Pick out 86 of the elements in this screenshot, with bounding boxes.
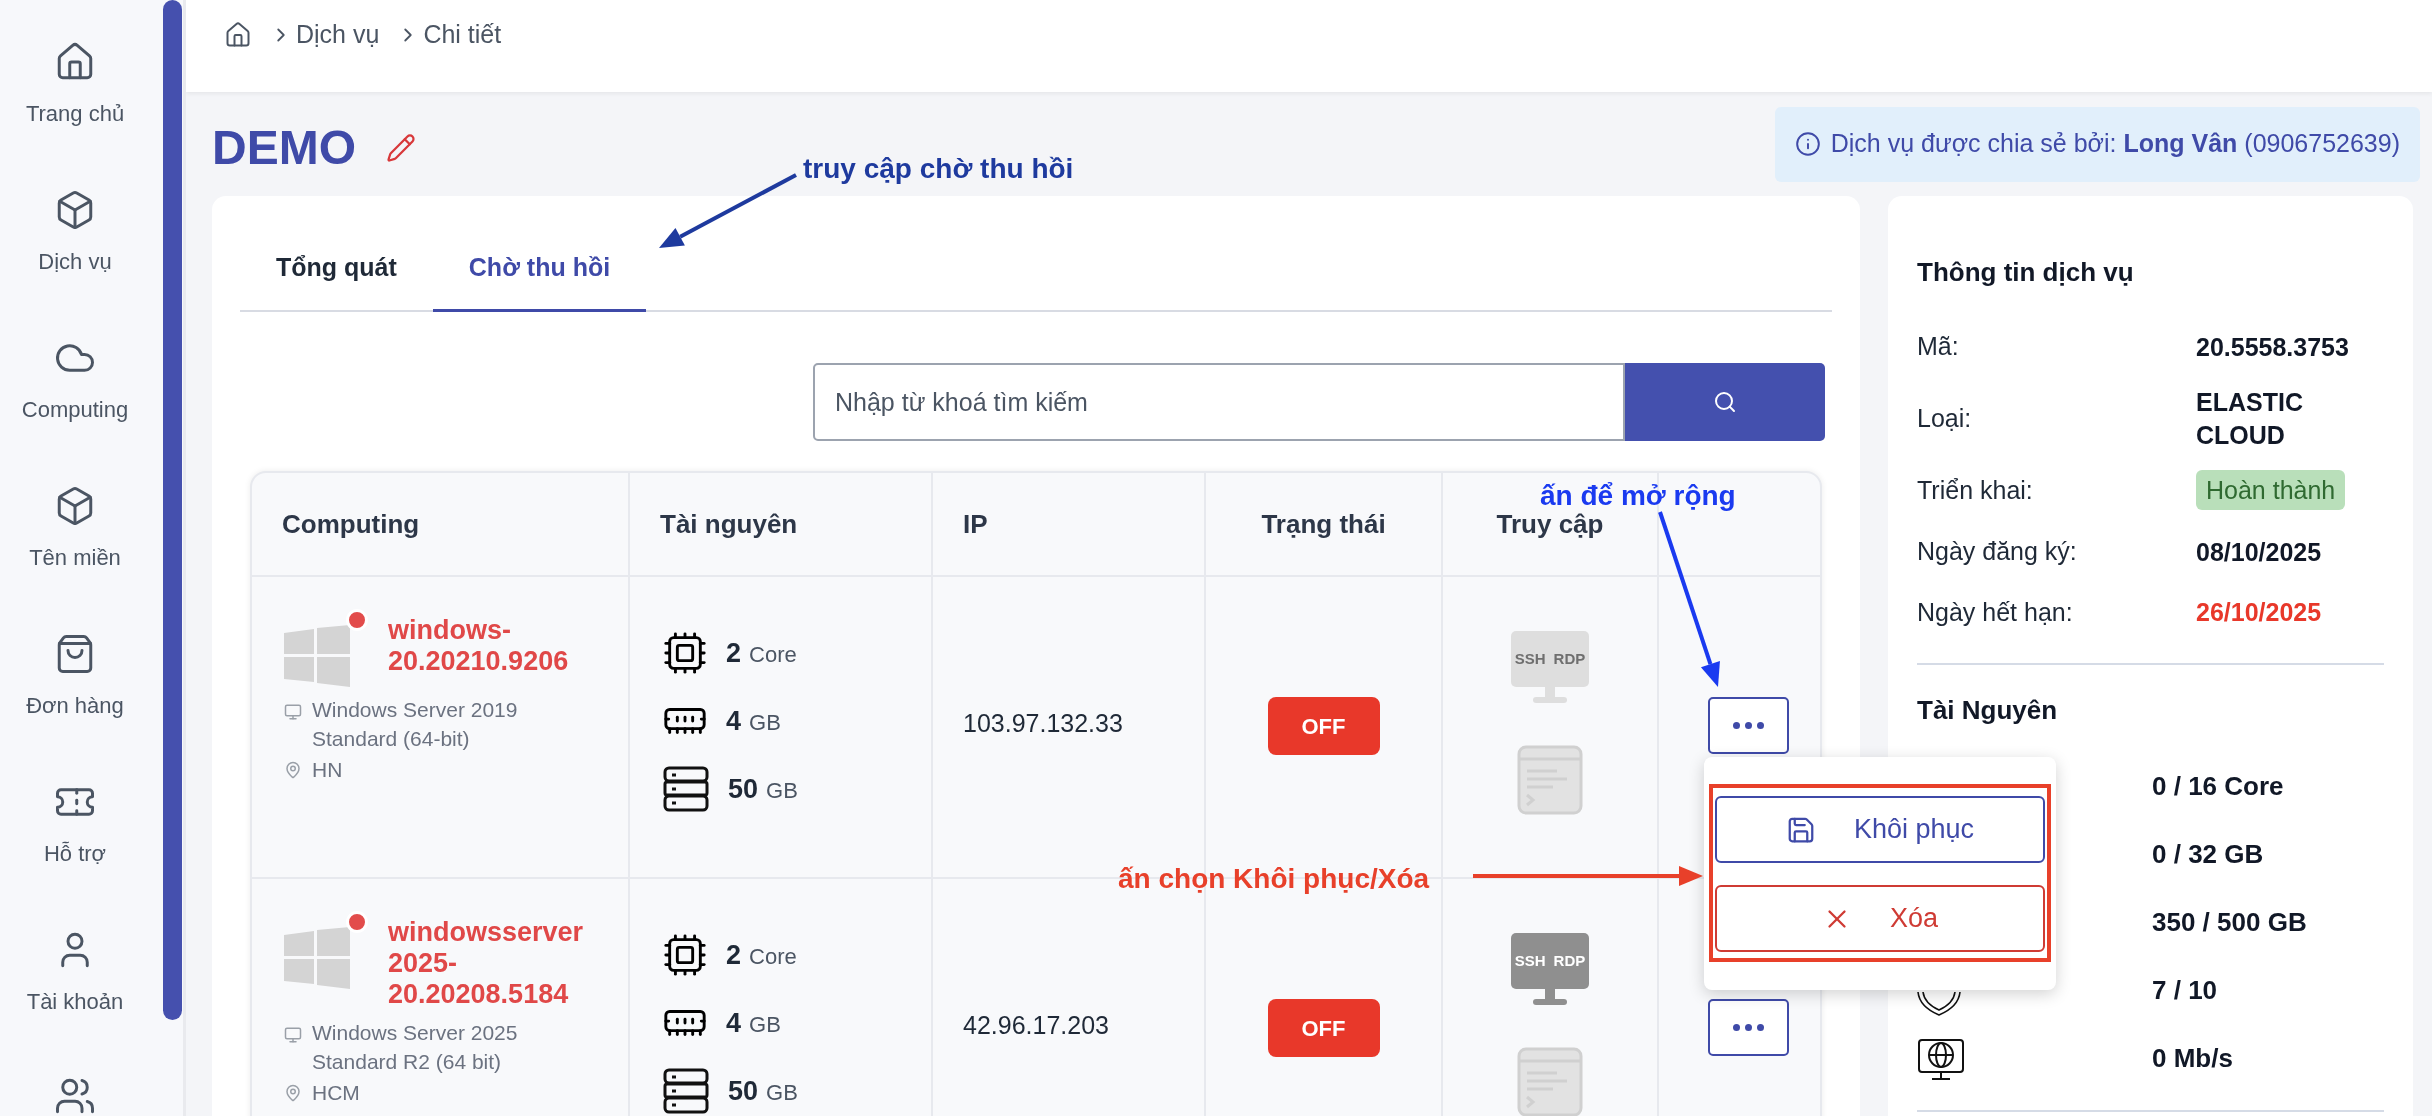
monitor-icon [284,703,302,721]
annotation-text: ấn chọn Khôi phục/Xóa [1118,862,1430,896]
resource-amount: 4 [726,704,742,738]
edit-icon[interactable] [386,133,416,163]
resource-amount: 4 [726,1006,742,1040]
field-label: Mã: [1917,331,1960,363]
field-label: Triển khai: [1917,475,2034,507]
resource-unit: Core [749,641,797,669]
resource-unit: GB [766,1079,798,1107]
location-icon [284,1084,302,1102]
restore-button[interactable]: Khôi phục [1715,796,2045,863]
resource-unit: Core [749,943,797,971]
resource-usage: 0 / 16 Core [2152,769,2285,803]
more-options-button[interactable] [1708,999,1789,1056]
sidebar-item[interactable]: Computing [0,307,150,455]
share-notice-text: Dịch vụ được chia sẻ bởi: Long Vân (0906752639) [1830,128,2400,160]
status-off-button[interactable]: OFF [1267,999,1380,1057]
ssh-label: SSH [1514,950,1546,971]
more-options-button[interactable] [1708,697,1789,754]
more-icon [1733,1024,1764,1031]
delete-button[interactable]: Xóa [1715,885,2045,952]
field-label: Ngày đăng ký: [1917,536,2078,568]
info-icon [1794,131,1821,157]
resource-unit: GB [766,777,798,805]
windows-logo-icon [284,625,350,687]
field-label: Ngày hết hạn: [1917,597,2074,629]
shield-icon [1917,992,1961,1016]
location-text: HN [312,757,343,783]
sidebar-item[interactable]: Tên miền [0,455,150,603]
monitor-icon [284,1026,302,1044]
terminal-icon [1517,745,1583,815]
panel-title: Tài Nguyên [1917,694,2059,727]
resource-amount: 2 [726,636,742,670]
server-name-link[interactable]: windowsserver 2025-20.20208.5184 [388,917,588,1010]
more-icon [1733,722,1764,729]
field-value: 08/10/2025 [2196,537,2322,566]
sidebar-item[interactable]: Hỗ trợ [0,751,150,899]
resource-amount: 2 [726,938,742,972]
column-header: Computing [282,507,420,541]
column-header: IP [963,507,988,541]
status-off-button[interactable]: OFF [1267,697,1380,755]
sidebar-item[interactable]: Trang chủ [0,11,150,159]
home-icon[interactable] [224,21,252,49]
resource-amount: 50 [728,1074,759,1108]
windows-logo-icon [284,927,350,989]
field-value: ELASTIC CLOUD [2196,388,2303,449]
disk-stack-icon [662,765,710,813]
cpu-icon [662,932,708,978]
location-text: HCM [312,1080,360,1106]
status-badge: Hoàn thành [2196,470,2346,511]
page-title: DEMO [212,120,356,176]
resource-usage: 350 / 500 GB [2152,905,2308,939]
rdp-label: RDP [1553,648,1586,669]
resource-usage: 0 / 32 GB [2152,837,2265,871]
disk-stack-icon [662,1067,710,1115]
scrollbar[interactable] [163,0,182,1020]
os-text: Windows Server 2019 Standard (64-bit) [312,697,519,752]
tab[interactable]: Chờ thu hồi [432,226,647,312]
sidebar-item[interactable]: Tài khoản [0,899,150,1047]
cpu-icon [662,630,708,676]
search-field[interactable]: Nhập từ khoá tìm kiếm [813,363,1625,441]
rdp-label: RDP [1553,950,1586,971]
sidebar-item[interactable]: Dịch vụ [0,159,150,307]
panel-title: Thông tin dịch vụ [1917,256,2135,289]
resource-unit: GB [749,709,781,737]
column-header: Trạng thái [1261,507,1386,541]
resource-unit: GB [749,1011,781,1039]
server-name-link[interactable]: windows-20.20210.9206 [388,615,588,677]
resource-amount: 50 [728,772,759,806]
ip-address: 103.97.132.33 [963,709,1123,737]
search-icon [1713,390,1737,414]
breadcrumb-link[interactable]: Dịch vụ [296,16,380,54]
ip-address: 42.96.17.203 [963,1011,1109,1039]
annotation-text: truy cập chờ thu hồi [803,152,1074,186]
tab[interactable]: Tổng quát [240,226,433,312]
resource-usage: 7 / 10 [2152,973,2219,1007]
os-text: Windows Server 2025 Standard R2 (64 bit) [312,1020,519,1075]
ssh-label: SSH [1514,648,1546,669]
resource-usage: 0 Mb/s [2152,1041,2234,1075]
breadcrumb-link[interactable]: Chi tiết [423,16,502,54]
sidebar-item[interactable]: Đơn hàng [0,603,150,751]
column-header: Tài nguyên [660,507,798,541]
field-value: 20.5558.3753 [2196,332,2349,361]
location-icon [284,761,302,779]
field-value: 26/10/2025 [2196,598,2322,627]
field-label: Loại: [1917,403,1973,435]
